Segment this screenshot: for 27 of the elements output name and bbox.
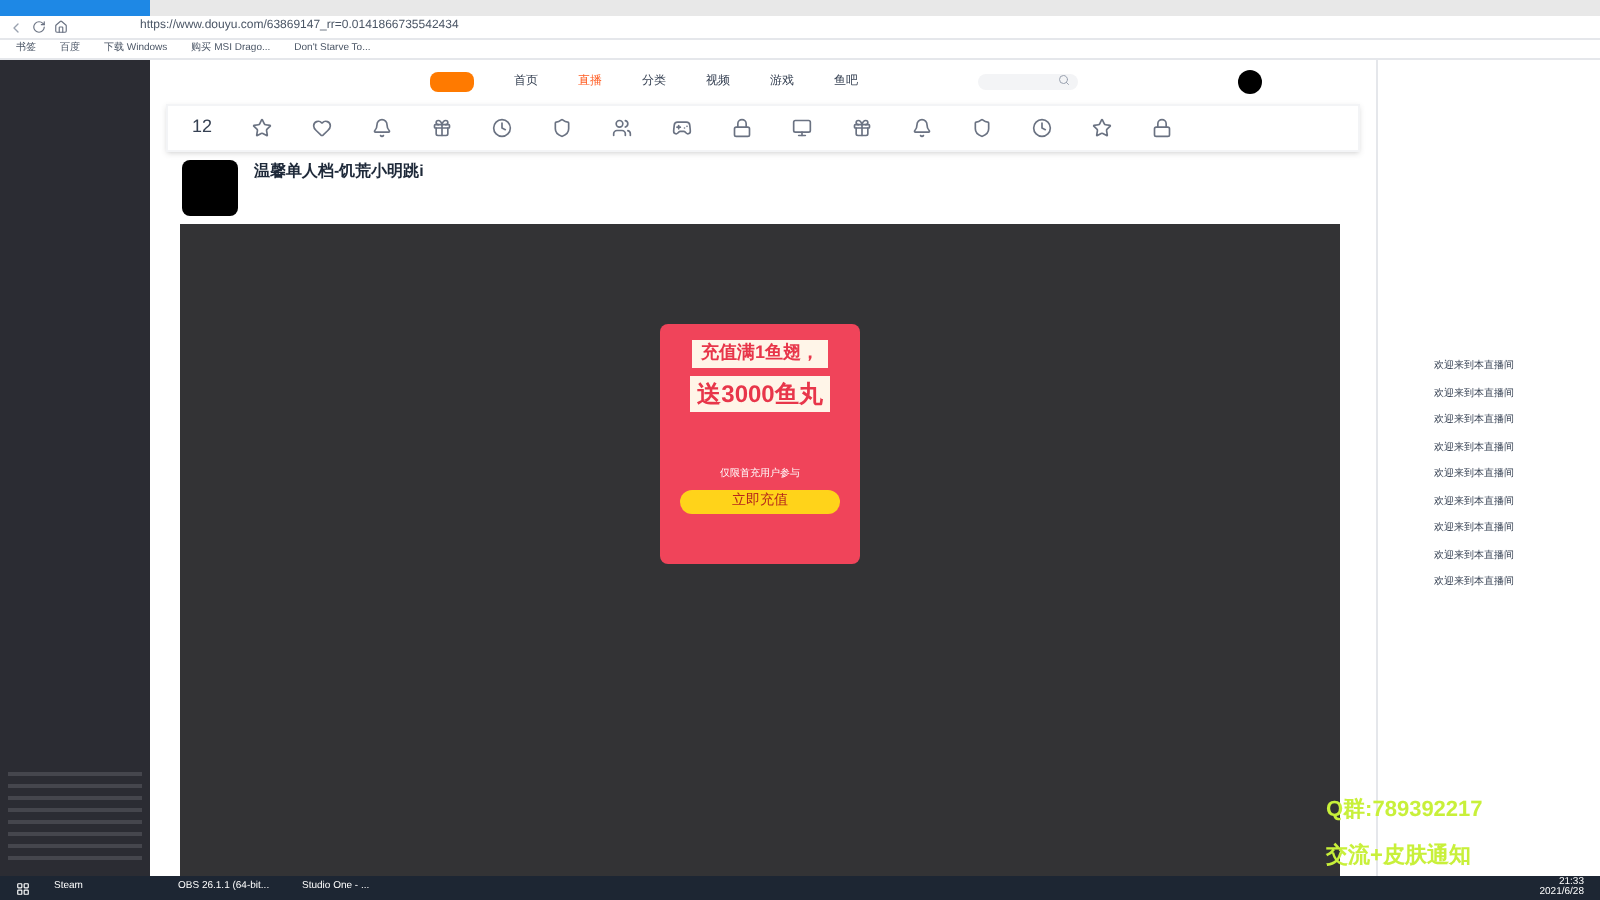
- tool-icon[interactable]: [1032, 118, 1053, 138]
- tool-icon[interactable]: [432, 118, 453, 138]
- tool-icon[interactable]: [372, 118, 393, 138]
- reload-icon[interactable]: [32, 20, 46, 34]
- tool-icon[interactable]: [792, 118, 813, 138]
- tool-icon[interactable]: [492, 118, 513, 138]
- search-field[interactable]: [978, 74, 1078, 90]
- tool-icon[interactable]: [672, 118, 693, 138]
- streamer-avatar: [182, 160, 238, 216]
- home-icon[interactable]: [54, 20, 68, 34]
- day-counter: 12: [192, 114, 213, 141]
- tool-icon[interactable]: [252, 118, 273, 138]
- tool-icon[interactable]: [552, 118, 573, 138]
- tool-icon[interactable]: [1152, 118, 1173, 138]
- tool-icon[interactable]: [312, 118, 333, 138]
- promo-headline: 送3000鱼丸: [689, 375, 831, 411]
- room-title: 温馨单人档-饥荒小明跳i: [254, 160, 424, 184]
- tool-icon[interactable]: [732, 118, 753, 138]
- tool-icon[interactable]: [852, 118, 873, 138]
- tool-icon[interactable]: [1092, 118, 1113, 138]
- tool-icon[interactable]: [612, 118, 633, 138]
- tool-icon[interactable]: [912, 118, 933, 138]
- logo-icon[interactable]: [430, 72, 474, 92]
- tool-icon[interactable]: [972, 118, 993, 138]
- back-icon[interactable]: [8, 19, 24, 35]
- start-icon[interactable]: [16, 881, 30, 895]
- user-avatar[interactable]: [1238, 70, 1262, 94]
